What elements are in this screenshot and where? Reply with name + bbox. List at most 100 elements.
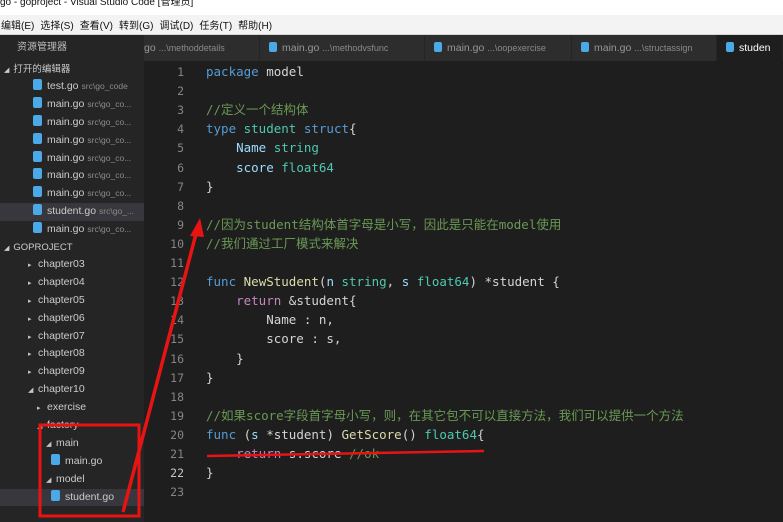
code-token: s.score <box>281 446 349 461</box>
window-title-bar: go - goproject - Visual Studio Code [管理员… <box>0 0 783 15</box>
open-editor-item[interactable]: main.go src\go_co... <box>0 167 144 185</box>
code-text: } <box>206 463 214 482</box>
line-number: 21 <box>170 447 184 461</box>
code-text: type student struct{ <box>206 119 357 138</box>
tree-folder-item[interactable]: ▸ chapter07 <box>0 328 144 346</box>
code-line: 9 //因为student结构体首字母是小写，因此是只能在model使用 <box>144 215 783 234</box>
open-editor-item[interactable]: main.go src\go_co... <box>0 96 144 114</box>
tree-folder-item[interactable]: ◢ model <box>0 471 144 489</box>
tree-item-label: model <box>56 472 85 485</box>
go-file-icon <box>269 42 277 52</box>
code-text: } <box>206 349 244 368</box>
chevron-down-icon: ◢ <box>46 440 52 448</box>
tree-file-item[interactable]: student.go <box>0 488 144 507</box>
go-file-icon <box>33 79 42 90</box>
line-number: 1 <box>177 65 184 79</box>
menu-item[interactable]: 帮助(H) <box>237 17 277 32</box>
tree-item-label: factory <box>47 419 79 432</box>
code-token: { <box>476 426 485 442</box>
code-line: 19 //如果score字段首字母小写，则，在其它包不可以直接方法，我们可以提供一… <box>144 406 783 425</box>
menu-item[interactable]: 编辑(E) <box>0 17 39 32</box>
code-token: () <box>401 426 425 442</box>
tree-folder-item[interactable]: ◢ chapter10 <box>0 381 144 399</box>
code-text: } <box>206 368 214 387</box>
code-line: 3 //定义一个结构体 <box>144 100 783 119</box>
code-token: func <box>206 426 237 442</box>
go-file-icon <box>33 96 42 108</box>
code-line: 13 return &student{ <box>144 291 783 310</box>
editor-tab[interactable]: go ...\methoddetails <box>144 35 260 61</box>
tree-folder-item[interactable]: ▸ chapter08 <box>0 345 144 363</box>
file-name: main.go <box>47 223 85 236</box>
code-text: func (s *student) GetScore() float64{ <box>206 425 485 444</box>
line-number: 5 <box>177 141 184 156</box>
tab-path: ...\oopexercise <box>487 43 546 53</box>
menu-item[interactable]: 转到(G) <box>118 17 158 32</box>
code-token: score <box>206 159 282 175</box>
line-number: 17 <box>170 370 184 385</box>
open-editor-item[interactable]: main.go src\go_co... <box>0 185 144 203</box>
tab-path: ...\methoddetails <box>158 43 225 53</box>
open-editor-item[interactable]: main.go src\go_co... <box>0 132 144 150</box>
code-text: //如果score字段首字母小写，则，在其它包不可以直接方法，我们可以提供一个方… <box>206 406 684 425</box>
code-token: Name <box>206 140 274 156</box>
code-line: 21 return s.score //ok <box>144 444 783 463</box>
editor-tab[interactable]: main.go ...\structassign <box>572 35 717 61</box>
code-token: Name : n, <box>206 312 334 328</box>
file-path: src\go_... <box>99 206 135 217</box>
open-editor-item[interactable]: student.go src\go_... <box>0 203 144 222</box>
line-number: 14 <box>170 313 184 328</box>
code-line: 12 func NewStudent(n string, s float64) *… <box>144 272 783 291</box>
open-editor-item[interactable]: main.go src\go_co... <box>0 221 144 239</box>
code-token: float64 <box>416 274 470 290</box>
editor-tab[interactable]: main.go ...\oopexercise <box>425 35 572 61</box>
open-editor-item[interactable]: test.go src\go_code <box>0 78 144 96</box>
tree-folder-item[interactable]: ◢ main <box>0 435 144 453</box>
line-number: 20 <box>170 427 184 442</box>
project-section[interactable]: ◢ GOPROJECT <box>0 239 144 256</box>
code-token: float64 <box>281 159 334 175</box>
code-token: n <box>326 274 342 290</box>
code-editor[interactable]: 1 package model 2 3//定义一个结构体 4 type student s… <box>144 61 783 522</box>
menu-item[interactable]: 任务(T) <box>198 17 237 32</box>
code-token: float64 <box>424 426 477 442</box>
go-file-icon <box>726 42 734 52</box>
tree-file-item[interactable]: main.go <box>0 453 144 471</box>
code-line: 14 Name : n, <box>144 310 783 329</box>
tree-folder-item[interactable]: ▸ exercise <box>0 399 144 417</box>
tree-folder-item[interactable]: ▸ chapter06 <box>0 310 144 328</box>
tree-item-label: chapter03 <box>38 258 85 271</box>
editor-tab[interactable]: main.go ...\methodvsfunc <box>260 35 425 61</box>
chevron-right-icon: ▸ <box>28 369 32 377</box>
code-token: ( <box>236 426 252 442</box>
menu-item[interactable]: 查看(V) <box>79 17 118 32</box>
open-editor-item[interactable]: main.go src\go_co... <box>0 150 144 168</box>
tree-folder-item[interactable]: ▸ chapter09 <box>0 363 144 381</box>
tree-folder-item[interactable]: ▸ chapter04 <box>0 274 144 292</box>
open-editor-item[interactable]: main.go src\go_co... <box>0 114 144 132</box>
file-path: src\go_co... <box>87 224 132 235</box>
chevron-down-icon: ◢ <box>37 423 43 431</box>
menu-item[interactable]: 选择(S) <box>39 17 78 32</box>
menu-item[interactable]: 调试(D) <box>158 17 198 32</box>
file-name: student.go <box>47 205 97 218</box>
tree-folder-item[interactable]: ▸ chapter03 <box>0 256 144 274</box>
open-editors-section[interactable]: ◢ 打开的编辑器 <box>0 61 144 78</box>
tree-folder-item[interactable]: ◢ factory <box>0 417 144 435</box>
go-file-icon <box>33 132 42 144</box>
line-number: 22 <box>170 466 184 481</box>
line-number: 7 <box>177 179 184 194</box>
code-token: //我们通过工厂模式来解决 <box>206 235 359 251</box>
code-token: , <box>386 274 402 290</box>
code-token: s <box>251 426 267 442</box>
file-path: src\go_co... <box>87 134 132 145</box>
line-number: 8 <box>177 198 184 213</box>
tree-folder-item[interactable]: ▸ chapter05 <box>0 292 144 310</box>
go-file-icon <box>33 222 42 234</box>
line-number: 4 <box>177 122 184 137</box>
code-text: func NewStudent(n string, s float64) *st… <box>206 272 560 291</box>
editor-tab[interactable]: studen <box>717 35 783 61</box>
go-file-icon <box>581 42 589 52</box>
code-token: package <box>206 64 259 79</box>
